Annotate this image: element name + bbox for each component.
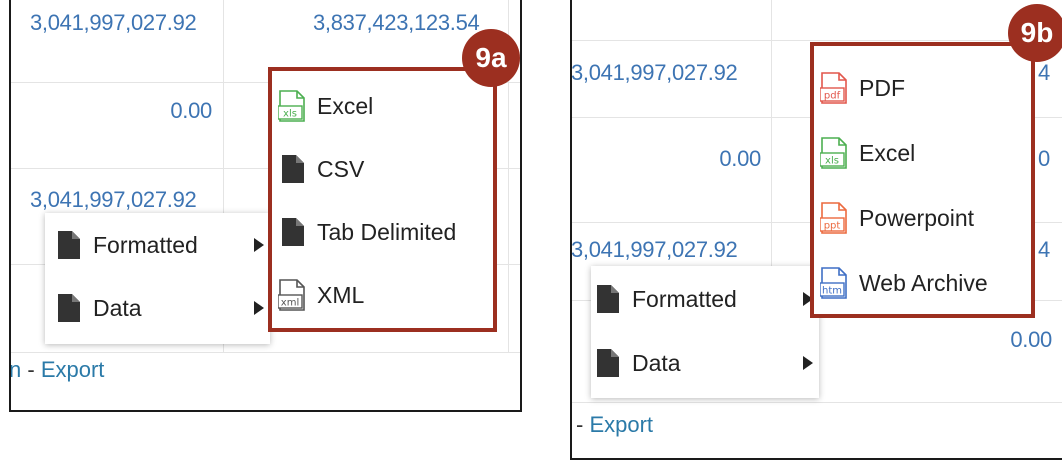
svg-text:xls: xls [825, 156, 839, 167]
svg-text:xml: xml [281, 298, 299, 309]
table-cell-value: 4 [1038, 237, 1050, 262]
submenu-item-label: Tab Delimited [317, 218, 457, 245]
excel-file-icon: xls [820, 137, 850, 169]
chevron-right-icon [803, 356, 813, 370]
table-divider [572, 402, 1062, 403]
document-icon [282, 155, 304, 183]
footer-link-truncated[interactable]: n [11, 357, 21, 382]
document-icon [597, 285, 619, 313]
submenu-item-label: Web Archive [859, 269, 988, 296]
step-badge: 9a [462, 29, 520, 87]
table-cell-value: 3,041,997,027.92 [30, 10, 197, 35]
submenu-item-label: CSV [317, 155, 365, 182]
svg-text:pdf: pdf [824, 91, 841, 102]
menu-item-label: Data [632, 349, 681, 376]
submenu-item-label: Excel [859, 139, 916, 166]
web-archive-file-icon: htm [820, 267, 850, 299]
step-badge: 9b [1008, 4, 1062, 62]
submenu-item-label: PDF [859, 74, 905, 101]
table-cell-value: 0.00 [170, 98, 212, 123]
xml-file-icon: xml [278, 279, 308, 311]
table-cell-value: 3,041,997,027.92 [30, 187, 197, 212]
menu-item-label: Formatted [632, 285, 737, 312]
submenu-item-excel[interactable]: xls Excel [272, 76, 493, 136]
table-divider [771, 0, 772, 300]
export-link[interactable]: Export [41, 357, 105, 382]
submenu-item-powerpoint[interactable]: ppt Powerpoint [814, 188, 1031, 248]
svg-text:htm: htm [822, 286, 842, 297]
excel-file-icon: xls [278, 90, 308, 122]
submenu-item-tab-delimited[interactable]: Tab Delimited [272, 202, 493, 262]
footer-separator: - [576, 412, 590, 437]
submenu-item-web-archive[interactable]: htm Web Archive [814, 253, 1031, 313]
footer-separator: - [21, 357, 41, 382]
menu-item-label: Formatted [93, 231, 198, 258]
context-menu: Formatted Data [45, 213, 270, 344]
document-icon [282, 218, 304, 246]
powerpoint-file-icon: ppt [820, 202, 850, 234]
submenu-item-label: Excel [317, 92, 374, 119]
svg-text:xls: xls [283, 109, 297, 120]
table-cell-value: 3,041,997,027.92 [571, 237, 738, 262]
submenu-item-label: XML [317, 281, 365, 308]
export-menu-panel-a: 3,041,997,027.92 3,837,423,123.54 0.00 3… [9, 0, 522, 412]
chevron-right-icon [254, 301, 264, 315]
table-cell-value: 0.00 [1010, 327, 1052, 352]
table-cell-value: 3,041,997,027.92 [571, 60, 738, 85]
footer-links: n - Export [11, 357, 105, 383]
pdf-file-icon: pdf [820, 72, 850, 104]
table-cell-value: 4 [1038, 60, 1050, 85]
document-icon [58, 231, 80, 259]
submenu-item-excel[interactable]: xls Excel [814, 123, 1031, 183]
menu-item-label: Data [93, 294, 142, 321]
document-icon [58, 294, 80, 322]
table-cell-value: 0.00 [719, 146, 761, 171]
export-link[interactable]: Export [589, 412, 653, 437]
table-divider [572, 40, 1062, 41]
table-cell-value: 0 [1038, 146, 1050, 171]
menu-item-formatted[interactable]: Formatted [45, 217, 270, 273]
menu-item-data[interactable]: Data [591, 335, 819, 391]
chevron-right-icon [254, 238, 264, 252]
footer-links: - Export [576, 412, 653, 438]
svg-text:ppt: ppt [824, 221, 841, 232]
submenu-item-label: Powerpoint [859, 204, 975, 231]
submenu-item-pdf[interactable]: pdf PDF [814, 58, 1031, 118]
table-cell-value: 3,837,423,123.54 [313, 10, 480, 35]
context-menu: Formatted Data [591, 266, 819, 398]
export-format-submenu: xls Excel CSV Tab Delimited xml XML [268, 67, 497, 332]
menu-item-formatted[interactable]: Formatted [591, 271, 819, 327]
menu-item-data[interactable]: Data [45, 280, 270, 336]
submenu-item-csv[interactable]: CSV [272, 139, 493, 199]
export-format-submenu: pdf PDF xls Excel ppt Powerpoint htm Web… [810, 42, 1035, 318]
export-menu-panel-b: 3,041,997,027.92 0.00 3,041,997,027.92 4… [570, 0, 1062, 460]
submenu-item-xml[interactable]: xml XML [272, 265, 493, 325]
document-icon [597, 349, 619, 377]
table-divider [11, 352, 520, 353]
